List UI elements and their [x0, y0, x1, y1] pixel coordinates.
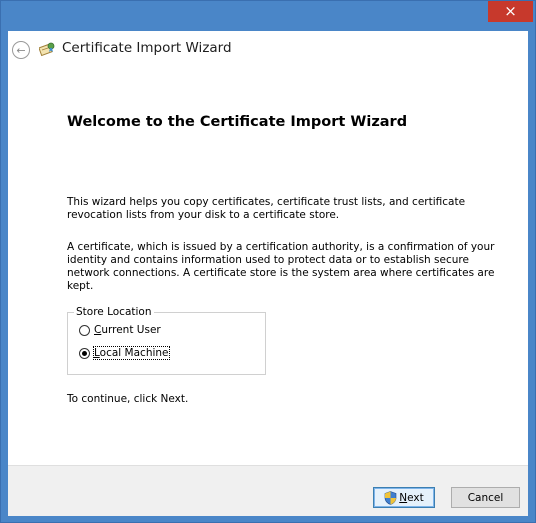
- local-machine-radio[interactable]: Local Machine: [79, 346, 170, 360]
- local-machine-label: Local Machine: [93, 346, 170, 360]
- wizard-content: Welcome to the Certificate Import Wizard…: [8, 80, 528, 456]
- intro-paragraph: This wizard helps you copy certificates,…: [67, 196, 466, 221]
- back-button[interactable]: ←: [12, 41, 30, 59]
- page-heading: Welcome to the Certificate Import Wizard: [67, 114, 408, 130]
- title-bar[interactable]: ×: [1, 1, 535, 31]
- cancel-button[interactable]: Cancel: [451, 487, 520, 508]
- current-user-label: Current User: [94, 324, 161, 336]
- button-bar: Next Cancel: [8, 465, 528, 516]
- close-icon: ×: [504, 2, 517, 20]
- wizard-title: Certificate Import Wizard: [62, 40, 232, 56]
- description-paragraph: A certificate, which is issued by a cert…: [67, 241, 495, 292]
- cancel-button-label: Cancel: [467, 491, 504, 504]
- certificate-icon: [39, 42, 55, 57]
- next-button-label: Next: [399, 491, 424, 504]
- store-location-group: Store Location Current User Local Machin…: [67, 306, 266, 375]
- wizard-window: × ← Certificate Import Wizard Welcome to…: [0, 0, 536, 523]
- radio-unchecked-icon[interactable]: [79, 324, 90, 336]
- back-arrow-icon: ←: [16, 43, 26, 57]
- next-button[interactable]: Next: [373, 487, 435, 508]
- continue-instruction: To continue, click Next.: [67, 393, 189, 405]
- wizard-header: ← Certificate Import Wizard: [8, 31, 528, 72]
- store-location-label: Store Location: [74, 306, 154, 318]
- current-user-radio[interactable]: Current User: [79, 324, 161, 336]
- close-button[interactable]: ×: [488, 1, 533, 22]
- uac-shield-icon: [384, 490, 397, 505]
- wizard-client-area: ← Certificate Import Wizard Welcome to t…: [8, 31, 528, 516]
- radio-checked-icon[interactable]: [79, 347, 90, 359]
